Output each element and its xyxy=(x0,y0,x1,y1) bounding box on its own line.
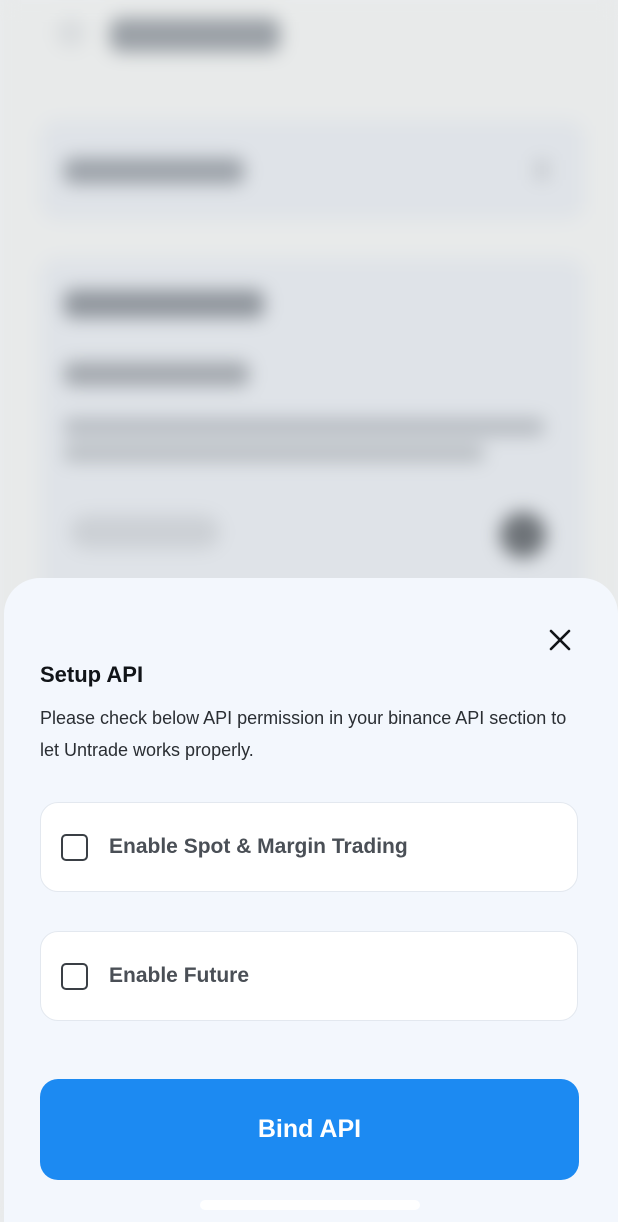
background-card-text xyxy=(64,158,244,184)
option-enable-spot-margin[interactable]: Enable Spot & Margin Trading xyxy=(40,802,578,892)
background-pill xyxy=(70,515,220,549)
home-indicator[interactable] xyxy=(200,1200,420,1210)
sheet-title: Setup API xyxy=(40,662,144,687)
back-icon xyxy=(56,18,86,48)
background-avatar xyxy=(500,512,546,558)
sheet-description: Please check below API permission in you… xyxy=(40,708,567,760)
close-icon xyxy=(549,629,571,651)
background-header-title xyxy=(110,18,280,52)
option-enable-future[interactable]: Enable Future xyxy=(40,931,578,1021)
close-button[interactable] xyxy=(540,620,580,660)
background-text-line xyxy=(64,290,264,318)
option-label: Enable Spot & Margin Trading xyxy=(109,835,408,858)
background-text-line xyxy=(64,418,544,436)
future-checkbox[interactable] xyxy=(61,962,88,990)
bind-api-button[interactable]: Bind API xyxy=(40,1079,579,1180)
background-text-line xyxy=(64,362,249,386)
spot-margin-checkbox[interactable] xyxy=(61,833,88,861)
background-text-line xyxy=(64,444,484,462)
background-chevron-icon xyxy=(535,160,549,180)
option-label: Enable Future xyxy=(109,964,250,987)
